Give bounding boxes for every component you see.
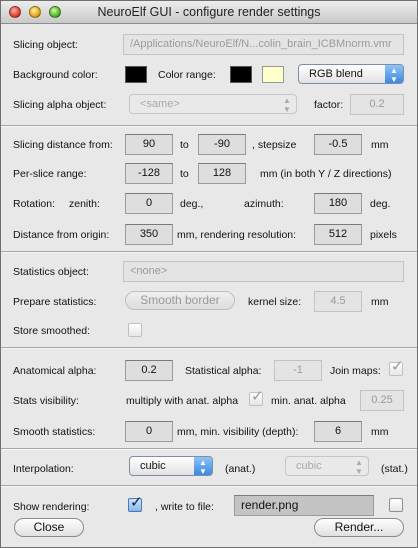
checkmark-icon: ✓ [251, 388, 264, 405]
to-label: to [180, 139, 189, 151]
kernel-size-field[interactable]: 4.5 [314, 291, 362, 312]
anat-interpolation-label: (anat.) [225, 463, 256, 475]
stepsize-unit: mm [371, 139, 389, 151]
prepare-statistics-label: Prepare statistics: [13, 296, 97, 308]
azimuth-unit: deg. [370, 198, 391, 210]
color-range-label: Color range: [158, 69, 216, 81]
zenith-field[interactable]: 0 [125, 193, 173, 214]
min-anat-alpha-label: min. anat. alpha [271, 395, 346, 407]
blend-mode-value: RGB blend [309, 68, 363, 80]
color-range-low-swatch[interactable] [230, 66, 252, 83]
slicing-object-label: Slicing object: [13, 39, 78, 51]
chevron-updown-icon: ▲ ▼ [194, 457, 212, 476]
join-maps-label: Join maps: [330, 365, 381, 377]
smooth-border-button[interactable]: Smooth border [125, 291, 235, 310]
rendering-resolution-field[interactable]: 512 [314, 224, 362, 245]
slicing-distance-to-field[interactable]: -90 [198, 134, 246, 155]
checkmark-icon: ✓ [130, 494, 143, 511]
color-range-high-swatch[interactable] [262, 66, 284, 83]
slicing-distance-label: Slicing distance from: [13, 139, 113, 151]
per-slice-to-field[interactable]: 128 [198, 163, 246, 184]
min-anat-alpha-field[interactable]: 0.25 [360, 390, 404, 411]
chevron-updown-icon: ▲ ▼ [283, 96, 291, 114]
min-visibility-unit: mm [371, 426, 389, 438]
statistical-alpha-label: Statistical alpha: [185, 365, 262, 377]
stat-interpolation-value: cubic [296, 460, 322, 472]
window-title: NeuroElf GUI - configure render settings [97, 5, 321, 19]
factor-label: factor: [314, 99, 344, 111]
smooth-statistics-field[interactable]: 0 [125, 421, 173, 442]
kernel-size-unit: mm [371, 296, 389, 308]
show-rendering-label: Show rendering: [13, 501, 90, 513]
rendering-resolution-label: mm, rendering resolution: [177, 229, 297, 241]
chevron-updown-icon: ▲ ▼ [355, 458, 363, 476]
per-slice-note: mm (in both Y / Z directions) [260, 168, 392, 180]
min-visibility-field[interactable]: 6 [314, 421, 362, 442]
blend-mode-select[interactable]: RGB blend ▲ ▼ [298, 64, 404, 84]
separator [1, 347, 417, 349]
slicing-alpha-object-value: <same> [140, 98, 180, 110]
per-slice-to-label: to [180, 168, 189, 180]
anat-interpolation-value: cubic [140, 460, 166, 472]
store-smoothed-label: Store smoothed: [13, 325, 91, 337]
azimuth-field[interactable]: 180 [314, 193, 362, 214]
statistics-object-field[interactable]: <none> [123, 261, 404, 282]
smooth-statistics-label: Smooth statistics: [13, 426, 96, 438]
render-button[interactable]: Render... [314, 518, 404, 537]
separator [1, 125, 417, 127]
multiply-anat-alpha-checkbox[interactable]: ✓ [249, 388, 264, 406]
statistical-alpha-field[interactable]: -1 [274, 360, 322, 381]
slicing-alpha-object-select[interactable]: <same> ▲ ▼ [129, 94, 297, 114]
zenith-unit: deg., [180, 198, 204, 210]
distance-from-origin-label: Distance from origin: [13, 229, 110, 241]
checkmark-icon: ✓ [391, 358, 404, 375]
statistics-object-label: Statistics object: [13, 266, 89, 278]
anatomical-alpha-label: Anatomical alpha: [13, 365, 97, 377]
output-file-field[interactable]: render.png [234, 495, 374, 516]
slicing-distance-from-field[interactable]: 90 [125, 134, 173, 155]
stat-interpolation-label: (stat.) [381, 463, 408, 475]
slicing-alpha-object-label: Slicing alpha object: [13, 99, 107, 111]
background-color-label: Background color: [13, 69, 98, 81]
anatomical-alpha-field[interactable]: 0.2 [125, 360, 173, 381]
azimuth-label: azimuth: [244, 198, 284, 210]
multiply-anat-alpha-label: multiply with anat. alpha [126, 395, 239, 407]
render-settings-window: NeuroElf GUI - configure render settings… [0, 0, 418, 548]
stepsize-field[interactable]: -0.5 [314, 134, 362, 155]
stat-interpolation-select[interactable]: cubic ▲ ▼ [285, 456, 369, 476]
rotation-label: Rotation: [13, 198, 56, 210]
factor-field[interactable]: 0.2 [350, 94, 404, 115]
separator [1, 448, 417, 450]
distance-from-origin-field[interactable]: 350 [125, 224, 173, 245]
stats-visibility-label: Stats visibility: [13, 395, 79, 407]
show-rendering-checkbox[interactable]: ✓ [128, 494, 143, 512]
min-visibility-label: mm, min. visibility (depth): [177, 426, 299, 438]
write-to-file-label: , write to file: [155, 501, 214, 513]
separator [1, 485, 417, 487]
join-maps-checkbox[interactable]: ✓ [389, 358, 404, 376]
close-button[interactable]: Close [14, 518, 84, 537]
store-smoothed-checkbox[interactable] [128, 323, 142, 337]
background-color-swatch[interactable] [125, 66, 147, 83]
zenith-label: zenith: [69, 198, 100, 210]
write-to-file-checkbox[interactable] [389, 498, 403, 512]
anat-interpolation-select[interactable]: cubic ▲ ▼ [129, 456, 213, 476]
interpolation-label: Interpolation: [13, 463, 74, 475]
slicing-object-field[interactable]: /Applications/NeuroElf/N...colin_brain_I… [123, 34, 404, 55]
kernel-size-label: kernel size: [248, 296, 302, 308]
per-slice-range-label: Per-slice range: [13, 168, 87, 180]
chevron-updown-icon: ▲ ▼ [385, 65, 403, 84]
per-slice-from-field[interactable]: -128 [125, 163, 173, 184]
title-bar[interactable]: NeuroElf GUI - configure render settings [1, 1, 417, 24]
pixels-label: pixels [370, 229, 397, 241]
separator [1, 251, 417, 253]
stepsize-label: , stepsize [252, 139, 297, 151]
